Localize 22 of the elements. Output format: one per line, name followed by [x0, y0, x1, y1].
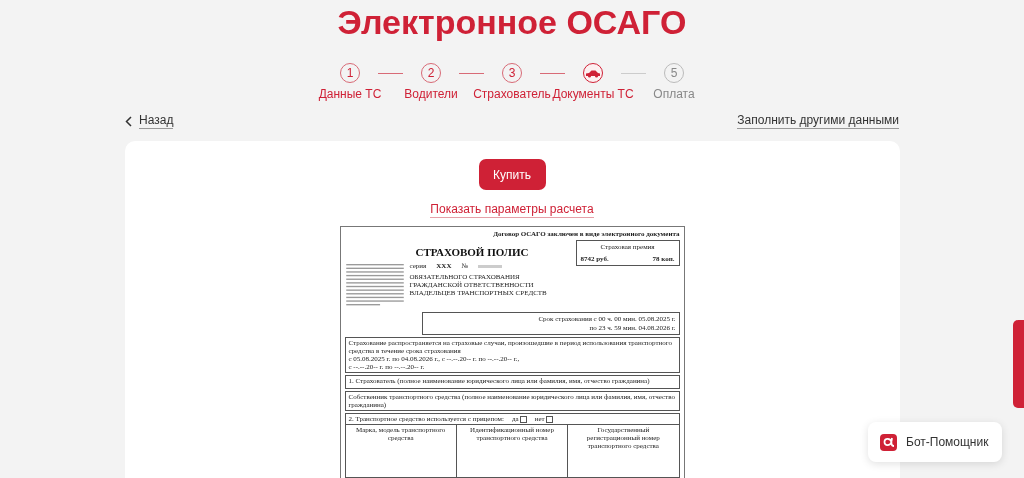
step-indicator[interactable]: 5 — [664, 63, 684, 83]
alpha-logo-icon — [880, 433, 897, 451]
assistant-button[interactable]: Бот-Помощник — [868, 422, 1002, 462]
small-print-drawing — [344, 264, 405, 308]
chevron-left-icon — [125, 115, 132, 127]
step-label[interactable]: Страхователь — [473, 87, 551, 101]
fill-other-data-link[interactable]: Заполнить другими данными — [737, 113, 899, 129]
step-indicator[interactable]: 3 — [502, 63, 522, 83]
step-indicator[interactable]: 1 — [340, 63, 360, 83]
step-indicator[interactable] — [583, 63, 603, 83]
buy-button[interactable]: Купить — [478, 159, 546, 190]
step-label[interactable]: Водители — [404, 87, 458, 101]
show-params-link[interactable]: Показать параметры расчета — [430, 202, 594, 218]
car-icon — [585, 68, 601, 78]
page-title: Электронное ОСАГО — [337, 2, 687, 42]
step-label[interactable]: Данные ТС — [318, 87, 382, 101]
policy-title: СТРАХОВОЙ ПОЛИС — [414, 246, 530, 259]
step-label[interactable]: Документы ТС — [552, 87, 634, 101]
redacted-number — [478, 264, 503, 268]
step-label[interactable]: Оплата — [653, 87, 695, 101]
back-link[interactable]: Назад — [125, 113, 174, 129]
step-indicator[interactable]: 2 — [421, 63, 441, 83]
